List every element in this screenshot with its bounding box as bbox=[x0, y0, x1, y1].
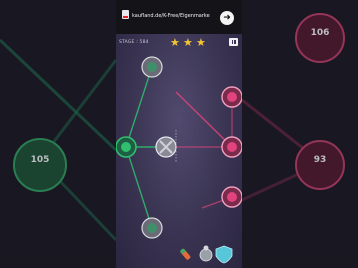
ad-arrow-button[interactable]: ➜ bbox=[220, 11, 234, 25]
bg-left-count: 105 bbox=[30, 155, 50, 165]
ad-text[interactable]: kaufland.de/K-Free/Eigenmarke bbox=[132, 13, 210, 19]
ad-banner[interactable]: kaufland.de/K-Free/Eigenmarke ➜ bbox=[116, 0, 242, 34]
node-player-main[interactable] bbox=[116, 137, 136, 157]
bg-right-bottom-count: 93 bbox=[313, 155, 327, 165]
node-enemy-middle[interactable] bbox=[222, 137, 242, 157]
pause-button[interactable] bbox=[229, 38, 238, 46]
rocket-powerup-button[interactable] bbox=[178, 246, 194, 264]
background-left: 105 bbox=[0, 0, 116, 268]
node-enemy-bottom[interactable] bbox=[222, 187, 242, 207]
star-icon-3: ★ bbox=[196, 36, 206, 49]
bomb-powerup-button[interactable] bbox=[198, 244, 214, 262]
stage-label: STAGE : 584 bbox=[119, 40, 149, 45]
link-green-top bbox=[125, 66, 153, 148]
node-enemy-top[interactable] bbox=[222, 87, 242, 107]
star-icon-1: ★ bbox=[170, 36, 180, 49]
node-neutral-bottom[interactable] bbox=[142, 218, 162, 238]
ad-logo-icon bbox=[122, 10, 129, 19]
background-right: 106 93 bbox=[242, 0, 358, 268]
star-icon-2: ★ bbox=[183, 36, 193, 49]
node-neutral-center[interactable] bbox=[156, 137, 176, 157]
link-green-bottom bbox=[125, 146, 153, 229]
node-neutral-top[interactable] bbox=[142, 57, 162, 77]
bg-right-top-count: 106 bbox=[310, 28, 330, 38]
game-viewport[interactable]: kaufland.de/K-Free/Eigenmarke ➜ STAGE : … bbox=[116, 0, 242, 268]
shield-powerup-button[interactable] bbox=[215, 244, 233, 264]
